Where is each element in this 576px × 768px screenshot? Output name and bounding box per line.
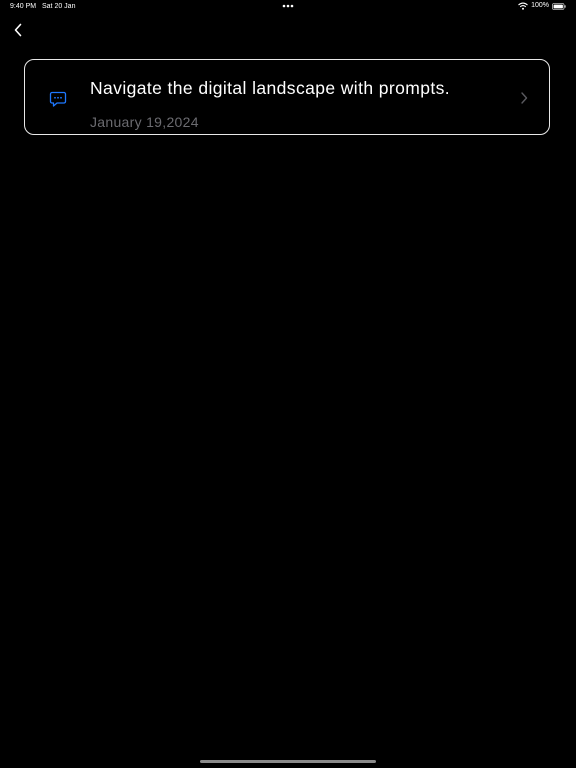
- status-indicators: 100%: [518, 2, 566, 10]
- chat-date: January 19,2024: [90, 114, 199, 130]
- back-button[interactable]: [8, 20, 28, 40]
- wifi-icon: [518, 2, 528, 10]
- battery-icon: [552, 2, 566, 10]
- battery-percentage: 100%: [531, 2, 549, 9]
- chat-history-item[interactable]: Navigate the digital landscape with prom…: [24, 59, 550, 135]
- status-date: Sat 20 Jan: [42, 3, 76, 10]
- chevron-left-icon: [14, 23, 22, 37]
- chevron-right-icon: [521, 92, 528, 104]
- status-bar: 9:40 PM Sat 20 Jan 100%: [0, 0, 576, 14]
- home-indicator[interactable]: [200, 760, 376, 763]
- multitasking-dots-icon[interactable]: [282, 4, 294, 8]
- chat-title: Navigate the digital landscape with prom…: [90, 78, 451, 98]
- status-time: 9:40 PM: [10, 3, 37, 10]
- chat-bubble-icon: [49, 91, 67, 107]
